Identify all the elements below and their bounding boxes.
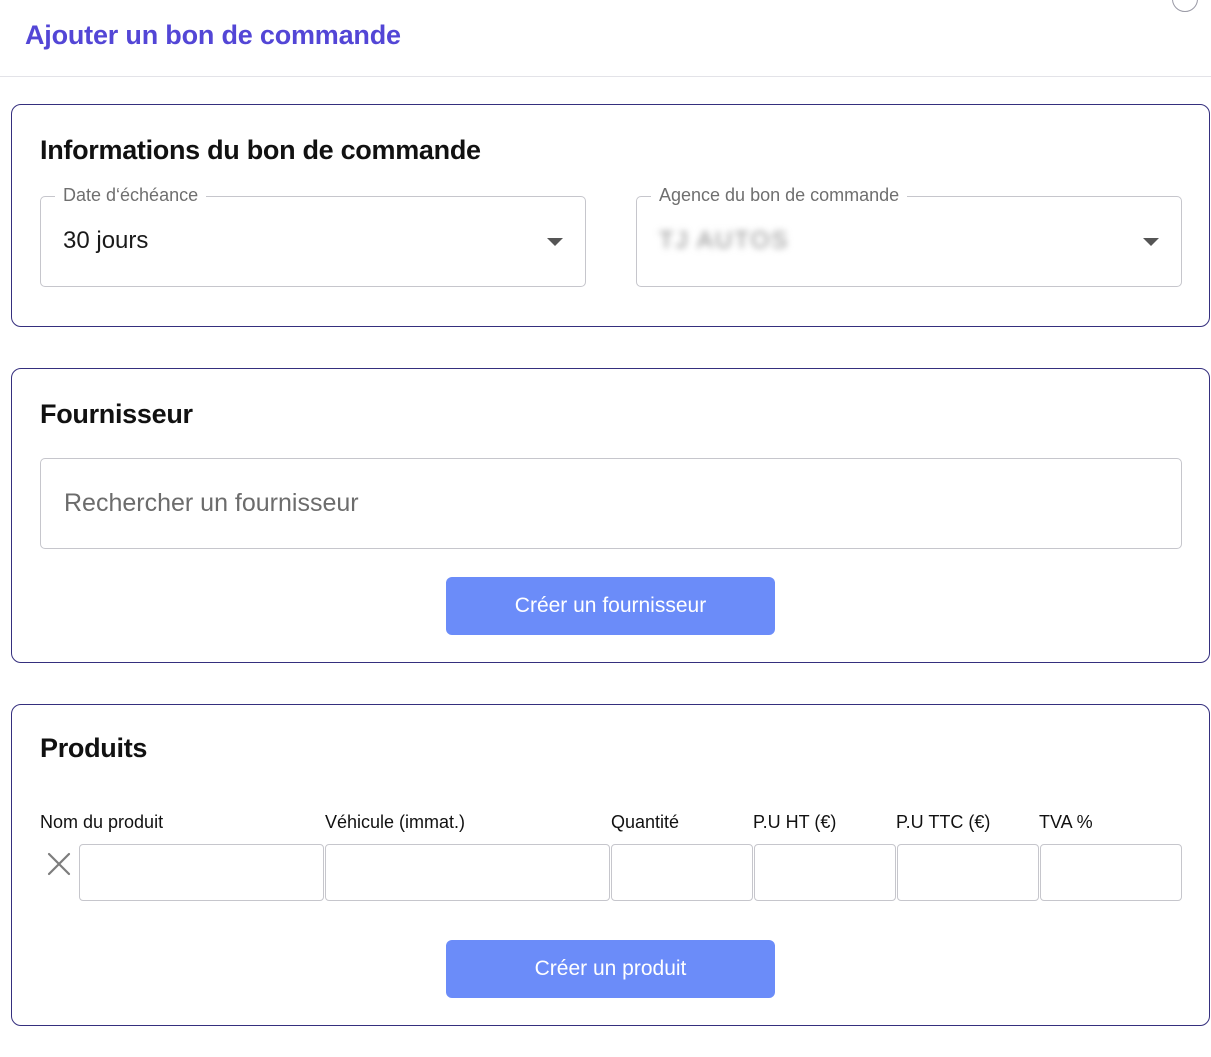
caret-down-icon xyxy=(1143,238,1159,246)
column-header-product-name: Nom du produit xyxy=(40,812,164,832)
purchase-order-modal: Ajouter un bon de commande Informations … xyxy=(0,0,1211,1057)
create-product-button[interactable]: Créer un produit xyxy=(446,940,775,998)
due-date-select[interactable]: Date d‘échéance 30 jours xyxy=(40,185,586,287)
column-header-vat: TVA % xyxy=(1039,812,1093,832)
due-date-value: 30 jours xyxy=(63,227,149,254)
vehicle-input[interactable] xyxy=(325,844,610,901)
page-title: Ajouter un bon de commande xyxy=(25,20,401,50)
close-icon[interactable] xyxy=(1172,0,1198,12)
products-card: Produits Nom du produit Véhicule (immat.… xyxy=(11,704,1210,1026)
due-date-label: Date d‘échéance xyxy=(55,185,207,206)
info-card: Informations du bon de commande Date d‘é… xyxy=(11,104,1210,327)
unit-price-ttc-input[interactable] xyxy=(897,844,1039,901)
supplier-search-input[interactable] xyxy=(40,458,1182,549)
remove-row-icon[interactable] xyxy=(46,851,72,877)
caret-down-icon xyxy=(547,238,563,246)
vat-input[interactable] xyxy=(1040,844,1182,901)
create-supplier-button[interactable]: Créer un fournisseur xyxy=(446,577,775,635)
quantity-input[interactable] xyxy=(611,844,753,901)
supplier-card: Fournisseur Créer un fournisseur xyxy=(11,368,1210,663)
agency-value: TJ AUTOS xyxy=(659,227,790,254)
product-name-input[interactable] xyxy=(79,844,324,901)
modal-header: Ajouter un bon de commande xyxy=(0,0,1211,77)
column-header-unit-price-ttc: P.U TTC (€) xyxy=(896,812,991,832)
supplier-card-title: Fournisseur xyxy=(40,399,193,429)
agency-select[interactable]: Agence du bon de commande TJ AUTOS xyxy=(636,185,1182,287)
unit-price-ht-input[interactable] xyxy=(754,844,896,901)
column-header-vehicle: Véhicule (immat.) xyxy=(325,812,466,832)
column-header-quantity: Quantité xyxy=(611,812,680,832)
products-card-title: Produits xyxy=(40,733,148,763)
agency-label: Agence du bon de commande xyxy=(651,185,908,206)
info-card-title: Informations du bon de commande xyxy=(40,135,481,165)
column-header-unit-price-ht: P.U HT (€) xyxy=(753,812,837,832)
